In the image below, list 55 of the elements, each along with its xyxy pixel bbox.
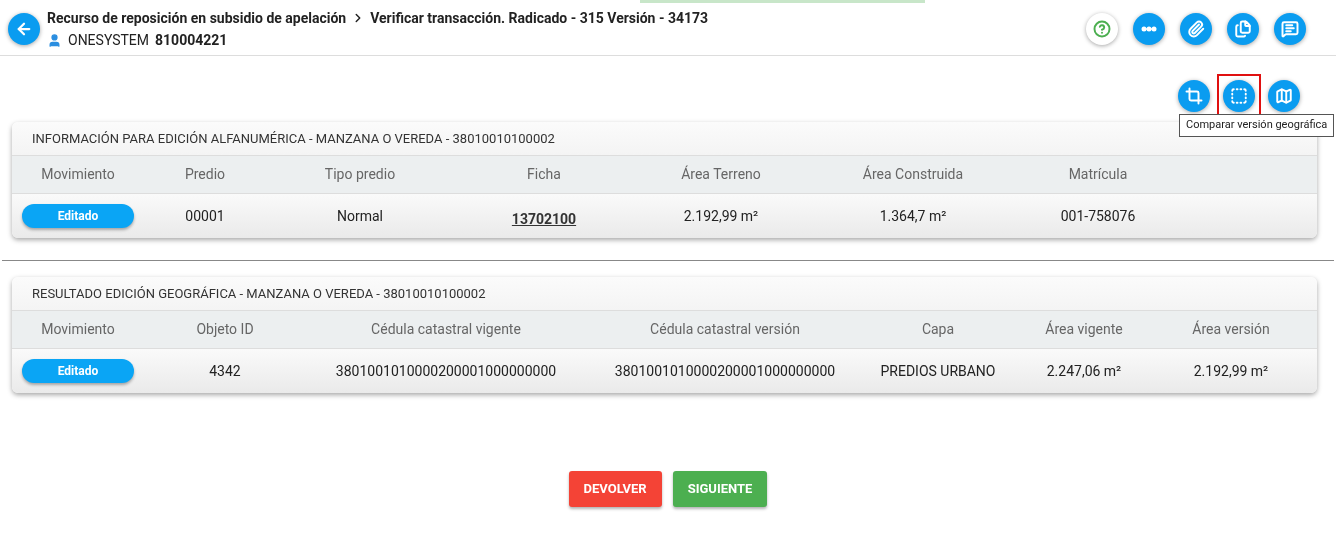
status-badge: Editado [22, 204, 134, 228]
column-header: Objeto ID [195, 320, 255, 339]
user-id: 810004221 [155, 30, 228, 50]
square-icon [1230, 87, 1248, 105]
section-title: RESULTADO EDICIÓN GEOGRÁFICA - MANZANA O VEREDA - 38010010100002 [32, 284, 486, 303]
table-cell-text: 1.364,7 m² [879, 206, 947, 226]
tool-button[interactable] [1268, 80, 1300, 112]
action-button[interactable]: DEVOLVER [568, 471, 662, 507]
column-header: Área versión [1191, 319, 1271, 339]
column-header: Cédula catastral vigente [370, 320, 522, 339]
column-header: Predio [183, 165, 227, 184]
status-badge: Editado [22, 359, 134, 383]
user-icon [47, 32, 62, 48]
section-title: INFORMACIÓN PARA EDICIÓN ALFANUMÉRICA - MANZANA O VEREDA - 38010010100002 [32, 129, 555, 148]
record-link[interactable]: 13702100 [511, 208, 577, 230]
table-cell-text: PREDIOS URBANO [880, 361, 996, 381]
table-cell-text: 00001 [185, 206, 225, 226]
action-button[interactable] [1133, 13, 1165, 45]
column-header: Ficha [526, 165, 562, 184]
column-header: Área vigente [1044, 319, 1124, 339]
tool-button[interactable] [1178, 80, 1210, 112]
crop-icon [1185, 87, 1203, 105]
table-cell-text: 2.192,99 m² [683, 206, 759, 226]
action-button[interactable] [1274, 13, 1306, 45]
help-icon [1093, 20, 1111, 38]
breadcrumb-item[interactable]: Recurso de reposición en subsidio de apelación [47, 7, 347, 29]
column-header: Tipo predio [323, 165, 397, 184]
tool-button[interactable] [1223, 80, 1255, 112]
table-cell-text: Normal [337, 206, 383, 226]
table-cell-text: 2.247,06 m² [1046, 361, 1122, 381]
column-header: Área Construida [861, 164, 965, 184]
column-header: Movimiento [40, 165, 116, 184]
files-icon [1234, 20, 1252, 38]
back-icon [15, 20, 33, 38]
column-header: Área Terreno [680, 164, 762, 184]
action-button[interactable] [1180, 13, 1212, 45]
message-icon [1281, 20, 1299, 38]
column-header: Capa [920, 320, 956, 339]
map-icon [1275, 87, 1293, 105]
table-cell-text: 2.192,99 m² [1193, 361, 1269, 381]
tooltip: Comparar versión geográfica [1179, 114, 1335, 137]
table-cell-text: 4342 [209, 361, 241, 381]
action-button[interactable] [1086, 13, 1118, 45]
action-button[interactable] [1227, 13, 1259, 45]
column-header: Movimiento [40, 320, 116, 339]
column-header: Matrícula [1067, 165, 1129, 184]
back-button[interactable] [8, 13, 40, 45]
column-header: Cédula catastral versión [649, 320, 801, 339]
page-title: Verificar transacción. Radicado - 315 Versión - 34173 [370, 8, 709, 28]
dots-icon [1141, 26, 1157, 32]
table-cell-text: 3801001010000200001000000000 [335, 361, 557, 381]
table-cell-text: 3801001010000200001000000000 [614, 361, 836, 381]
paperclip-icon [1187, 20, 1205, 38]
user-name: ONESYSTEM [68, 30, 150, 50]
table-cell-text: 001-758076 [1060, 206, 1136, 226]
